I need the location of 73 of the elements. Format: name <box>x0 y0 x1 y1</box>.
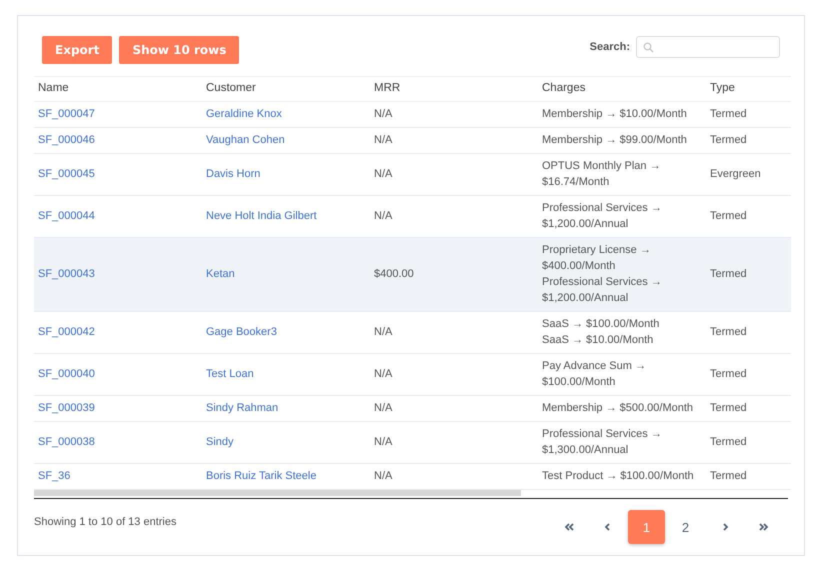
charge-text: SaaS → $10.00/Month <box>542 333 654 348</box>
table-row[interactable]: SF_000045 Davis Horn N/A OPTUS Monthly Plan → $16.74/Month Evergreen <box>34 154 791 196</box>
show-rows-button[interactable]: Show 10 rows <box>119 36 240 64</box>
customer-link[interactable]: Ketan <box>206 268 235 280</box>
charge-text: OPTUS Monthly Plan → $16.74/Month <box>542 159 662 190</box>
table-cell: Termed <box>706 128 791 154</box>
table-row[interactable]: SF_000042 Gage Booker3 N/A SaaS → $100.00/Month SaaS → $10.00/Month Termed <box>34 312 791 354</box>
search-icon <box>643 42 654 52</box>
table-cell: N/A <box>370 422 538 464</box>
name-link[interactable]: SF_36 <box>38 470 70 482</box>
column-header[interactable]: Type <box>706 76 791 102</box>
name-link[interactable]: SF_000039 <box>38 402 95 414</box>
table-cell: Termed <box>706 422 791 464</box>
first-page-icon <box>562 521 574 533</box>
customer-link[interactable]: Geraldine Knox <box>206 108 282 120</box>
table-cell: N/A <box>370 354 538 396</box>
table-cell: Termed <box>706 464 791 490</box>
customer-link[interactable]: Neve Holt India Gilbert <box>206 210 317 222</box>
charge-text: Professional Services → $1,200.00/Annual <box>542 275 663 306</box>
charge-text: Proprietary License → $400.00/Month <box>542 243 652 274</box>
column-header[interactable]: Charges <box>538 76 706 102</box>
table-cell: N/A <box>370 128 538 154</box>
charge-text: Test Product → $100.00/Month <box>542 469 695 484</box>
charge-text: SaaS → $100.00/Month <box>542 317 660 332</box>
search-field[interactable] <box>636 36 780 58</box>
table-cell: N/A <box>370 154 538 196</box>
name-link[interactable]: SF_000045 <box>38 168 95 180</box>
charge-text: Professional Services → $1,200.00/Annual <box>542 201 663 232</box>
charge-text: Membership → $10.00/Month <box>542 107 688 122</box>
table-row[interactable]: SF_000039 Sindy Rahman N/A Membership → $500.00/Month Termed <box>34 396 791 422</box>
table-row[interactable]: SF_000040 Test Loan N/A Pay Advance Sum → $100.00/Month Termed <box>34 354 791 396</box>
charge-text: Membership → $99.00/Month <box>542 133 688 148</box>
table-cell: N/A <box>370 312 538 354</box>
customer-link[interactable]: Sindy Rahman <box>206 402 278 414</box>
last-page-icon <box>758 521 770 533</box>
customer-link[interactable]: Boris Ruiz Tarik Steele <box>206 470 316 482</box>
customer-link[interactable]: Vaughan Cohen <box>206 134 285 146</box>
name-link[interactable]: SF_000043 <box>38 268 95 280</box>
name-link[interactable]: SF_000047 <box>38 108 95 120</box>
customer-link[interactable]: Test Loan <box>206 368 254 380</box>
page-button[interactable]: 1 <box>628 510 665 544</box>
table-cell: Termed <box>706 312 791 354</box>
charge-text: Pay Advance Sum → $100.00/Month <box>542 359 647 390</box>
entries-info: Showing 1 to 10 of 13 entries <box>34 516 176 528</box>
table-cell: Termed <box>706 238 791 312</box>
scrollbar-thumb[interactable] <box>34 490 521 496</box>
charge-text: Membership → $500.00/Month <box>542 401 694 416</box>
customer-link[interactable]: Davis Horn <box>206 168 260 180</box>
name-link[interactable]: SF_000042 <box>38 326 95 338</box>
table-cell: Termed <box>706 396 791 422</box>
table-row[interactable]: SF_000047 Geraldine Knox N/A Membership → $10.00/Month Termed <box>34 102 791 128</box>
name-link[interactable]: SF_000040 <box>38 368 95 380</box>
search-label: Search: <box>590 41 630 53</box>
customer-link[interactable]: Gage Booker3 <box>206 326 277 338</box>
table-row[interactable]: SF_000038 Sindy N/A Professional Services → $1,300.00/Annual Termed <box>34 422 791 464</box>
column-header[interactable]: Customer <box>202 76 370 102</box>
table-cell: N/A <box>370 102 538 128</box>
column-header[interactable]: Name <box>34 76 202 102</box>
table-cell: Termed <box>706 102 791 128</box>
name-link[interactable]: SF_000044 <box>38 210 95 222</box>
table-row[interactable]: SF_000046 Vaughan Cohen N/A Membership → $99.00/Month Termed <box>34 128 791 154</box>
table-cell: $400.00 <box>370 238 538 312</box>
customer-link[interactable]: Sindy <box>206 436 234 448</box>
name-link[interactable]: SF_000038 <box>38 436 95 448</box>
name-link[interactable]: SF_000046 <box>38 134 95 146</box>
table-cell: Termed <box>706 354 791 396</box>
charge-text: Professional Services → $1,300.00/Annual <box>542 427 663 458</box>
export-button[interactable]: Export <box>42 36 112 64</box>
table-row[interactable]: SF_000043 Ketan $400.00 Proprietary License → $400.00/Month Professional Services → $1,200.00/Annual Termed <box>34 238 791 312</box>
table-cell: N/A <box>370 396 538 422</box>
column-header[interactable]: MRR <box>370 76 538 102</box>
page-button[interactable]: 2 <box>667 510 704 544</box>
table-cell: Evergreen <box>706 154 791 196</box>
